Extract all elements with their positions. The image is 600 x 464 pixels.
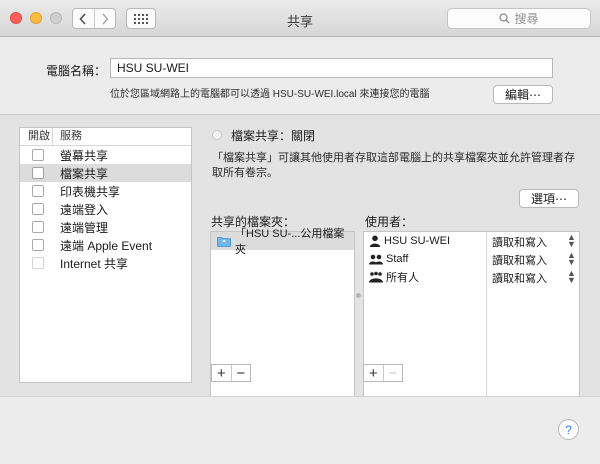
user-name: HSU SU-WEI [384, 235, 450, 247]
service-row-remote-login[interactable]: 遠端登入 [20, 200, 191, 218]
folder-add-remove-buttons: + − [211, 364, 251, 382]
shared-folder-row[interactable]: 「HSU SU-...公用檔案夾 [211, 228, 354, 256]
service-label: 印表機共享 [60, 184, 121, 199]
permission-value[interactable]: 讀取和寫入 [492, 252, 547, 268]
window-title: 共享 [286, 14, 313, 29]
computer-name-label: 電腦名稱： [46, 64, 107, 78]
service-label: 螢幕共享 [60, 148, 109, 163]
options-button[interactable]: 選項⋯ [519, 189, 579, 208]
header-on: 開啟 [20, 128, 53, 145]
folder-icon [217, 236, 231, 247]
service-list-header: 開啟 服務 [20, 128, 191, 146]
permission-value[interactable]: 讀取和寫入 [492, 270, 547, 286]
search-field[interactable]: 搜尋 [447, 8, 591, 29]
users-label: 使用者： [365, 215, 414, 229]
service-checkbox[interactable] [32, 239, 44, 251]
navigation-buttons [72, 8, 116, 29]
service-checkbox[interactable] [32, 167, 44, 179]
title-bar: 共享 搜尋 [0, 0, 600, 37]
status-indicator [212, 130, 222, 140]
remove-user-button[interactable]: − [382, 365, 403, 381]
service-label: 遠端 Apple Event [60, 238, 153, 253]
service-row-file-sharing[interactable]: 檔案共享 [20, 164, 191, 182]
service-label: 遠端管理 [60, 220, 109, 235]
show-all-button[interactable] [126, 8, 156, 29]
service-row-screen-sharing[interactable]: 螢幕共享 [20, 146, 191, 164]
shared-folder-name: 「HSU SU-...公用檔案夾 [235, 228, 345, 256]
chevron-updown-icon[interactable]: ▲ ▼ [567, 269, 576, 285]
service-checkbox[interactable] [32, 185, 44, 197]
minimize-window-button[interactable] [30, 12, 42, 24]
sharing-main-panel: 開啟 服務 螢幕共享 檔案共享 印表機共享 遠端登入 遠端管理 遠端 Apple… [0, 115, 600, 464]
add-user-button[interactable]: + [364, 365, 383, 381]
user-name: Staff [386, 253, 409, 265]
search-placeholder: 搜尋 [514, 12, 539, 26]
add-folder-button[interactable]: + [212, 365, 231, 381]
user-name: 所有人 [386, 272, 419, 284]
user-add-remove-buttons: + − [363, 364, 403, 382]
service-checkbox[interactable] [32, 221, 44, 233]
remove-folder-button[interactable]: − [230, 365, 251, 381]
chevron-right-icon [102, 12, 109, 25]
grid-icon [134, 13, 148, 24]
search-icon [499, 13, 510, 24]
user-row[interactable]: HSU SU-WEI 讀取和寫入 ▲ ▼ [364, 232, 579, 250]
chevron-updown-icon[interactable]: ▲ ▼ [567, 233, 576, 249]
user-icon [369, 235, 381, 247]
zoom-window-button[interactable] [50, 12, 62, 24]
user-row[interactable]: Staff 讀取和寫入 ▲ ▼ [364, 250, 579, 268]
service-checkbox[interactable] [32, 149, 44, 161]
forward-button[interactable] [93, 9, 116, 28]
group-icon [369, 254, 383, 265]
chevron-updown-icon[interactable]: ▲ ▼ [567, 251, 576, 267]
service-checkbox[interactable] [32, 257, 44, 269]
service-row-remote-management[interactable]: 遠端管理 [20, 218, 191, 236]
service-label: Internet 共享 [60, 256, 129, 271]
header-service: 服務 [60, 130, 82, 142]
file-sharing-description: 「檔案共享」可讓其他使用者存取這部電腦上的共享檔案夾並允許管理者存取所有卷宗。 [212, 152, 575, 179]
bottom-bar: ? [0, 396, 600, 464]
close-window-button[interactable] [10, 12, 22, 24]
everyone-icon [369, 271, 383, 283]
computer-name-description: 位於您區域網路上的電腦都可以透過 HSU-SU-WEI.local 來連接您的電… [110, 89, 430, 100]
service-row-printer-sharing[interactable]: 印表機共享 [20, 182, 191, 200]
edit-button[interactable]: 編輯⋯ [493, 85, 553, 104]
service-row-remote-apple-events[interactable]: 遠端 Apple Event [20, 236, 191, 254]
user-row[interactable]: 所有人 讀取和寫入 ▲ ▼ [364, 268, 579, 286]
service-checkbox[interactable] [32, 203, 44, 215]
computer-name-section: 電腦名稱： HSU SU-WEI 位於您區域網路上的電腦都可以透過 HSU-SU… [0, 38, 600, 114]
computer-name-field[interactable]: HSU SU-WEI [110, 58, 553, 78]
service-list: 開啟 服務 螢幕共享 檔案共享 印表機共享 遠端登入 遠端管理 遠端 Apple… [19, 127, 192, 383]
service-label: 檔案共享 [60, 166, 109, 181]
service-label: 遠端登入 [60, 202, 109, 217]
permission-value[interactable]: 讀取和寫入 [492, 234, 547, 250]
service-row-internet-sharing[interactable]: Internet 共享 [20, 254, 191, 272]
split-handle[interactable] [356, 293, 361, 298]
help-button[interactable]: ? [558, 419, 579, 440]
file-sharing-status: 檔案共享：關閉 [231, 129, 316, 143]
back-button[interactable] [73, 9, 94, 28]
chevron-left-icon [79, 12, 86, 25]
